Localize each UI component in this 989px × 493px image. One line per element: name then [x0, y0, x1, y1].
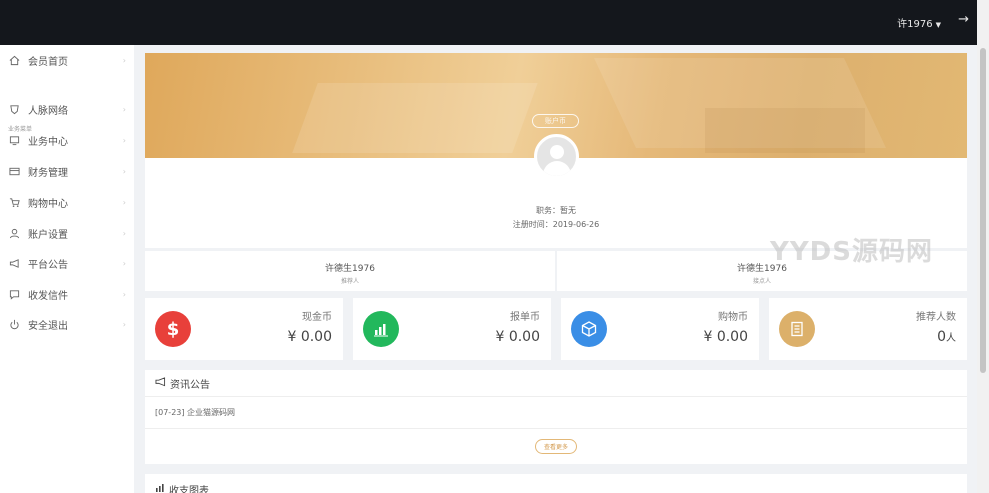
sidebar-item-label: 财务管理	[28, 167, 68, 179]
bar-chart-icon	[155, 483, 165, 493]
scrollbar[interactable]	[977, 0, 989, 493]
card-icon	[8, 165, 20, 177]
scrollbar-thumb[interactable]	[980, 48, 986, 373]
chart-panel-title: 收支图表	[169, 485, 209, 493]
stat-card-order-coin: 报单币 ¥ 0.00	[353, 298, 551, 360]
referrer-role: 推荐人	[340, 278, 359, 285]
sidebar-item-finance[interactable]: 财务管理 ›	[0, 160, 134, 182]
stat-label: 推荐人数	[916, 312, 956, 323]
sidebar-item-announcements[interactable]: 平台公告 ›	[0, 252, 134, 274]
megaphone-icon	[8, 257, 20, 269]
sidebar-item-label: 安全退出	[28, 320, 68, 332]
stat-card-referrals: 推荐人数 0人	[769, 298, 967, 360]
power-icon	[8, 318, 20, 330]
cart-icon	[8, 196, 20, 208]
sidebar-item-messages[interactable]: 收发信件 ›	[0, 283, 134, 305]
profile-card: 账户币 职务：暂无 注册时间：2019-06-26	[145, 53, 967, 248]
document-icon	[779, 311, 815, 347]
sidebar: 会员首页 › 业务菜单 人脉网络 › 业务中心 › 财务管理 › 购物中心 › …	[0, 45, 134, 493]
contact-person-role: 接点人	[752, 278, 771, 285]
stat-label: 现金币	[302, 312, 332, 323]
dollar-icon: $	[155, 311, 191, 347]
stat-card-cash: $ 现金币 ¥ 0.00	[145, 298, 343, 360]
position-text: 职务：暂无	[536, 206, 576, 215]
sidebar-item-label: 平台公告	[28, 259, 68, 271]
sidebar-item-label: 人脉网络	[28, 105, 68, 117]
chart-panel-header: 收支图表	[145, 474, 967, 493]
sidebar-item-account[interactable]: 账户设置 ›	[0, 222, 134, 244]
chevron-right-icon: ›	[122, 228, 126, 238]
stat-value: ¥ 0.00	[703, 329, 748, 345]
chevron-right-icon: ›	[122, 166, 126, 176]
sidebar-item-label: 账户设置	[28, 229, 68, 241]
sidebar-item-shopping[interactable]: 购物中心 ›	[0, 191, 134, 213]
sidebar-item-label: 会员首页	[28, 56, 68, 68]
message-icon	[8, 288, 20, 300]
top-navbar: 许1976 ▼ →	[0, 0, 977, 45]
bar-chart-icon	[363, 311, 399, 347]
home-icon	[8, 54, 20, 66]
avatar	[534, 134, 579, 179]
stat-label: 报单币	[510, 312, 540, 323]
sidebar-item-home[interactable]: 会员首页 ›	[0, 49, 134, 71]
chevron-right-icon: ›	[122, 319, 126, 329]
news-title: 资讯公告	[170, 379, 210, 391]
referrer-box: 许德生1976 推荐人	[145, 251, 555, 291]
sidebar-item-label: 购物中心	[28, 198, 68, 210]
caret-down-icon: ▼	[935, 21, 941, 29]
user-menu[interactable]: 许1976 ▼	[897, 15, 941, 30]
sidebar-item-business[interactable]: 业务中心 ›	[0, 129, 134, 151]
sidebar-item-label: 业务中心	[28, 136, 68, 148]
chevron-right-icon: ›	[122, 55, 126, 65]
sidebar-item-logout[interactable]: 安全退出 ›	[0, 313, 134, 335]
network-icon	[8, 103, 20, 115]
chevron-right-icon: ›	[122, 197, 126, 207]
stat-value: ¥ 0.00	[287, 329, 332, 345]
view-more-button[interactable]: 查看更多	[534, 438, 577, 454]
username: 许1976	[897, 19, 933, 30]
register-date-text: 注册时间：2019-06-26	[512, 220, 600, 229]
watermark: YYDS源码网	[770, 237, 933, 267]
referrer-name: 许德生1976	[325, 264, 375, 274]
stat-value: 0人	[937, 329, 956, 345]
stat-value: ¥ 0.00	[495, 329, 540, 345]
monitor-icon	[8, 134, 20, 146]
sidebar-item-label: 收发信件	[28, 290, 68, 302]
stat-card-shopping-coin: 购物币 ¥ 0.00	[561, 298, 759, 360]
megaphone-icon	[155, 376, 166, 390]
news-header: 资讯公告	[145, 370, 967, 397]
chevron-right-icon: ›	[122, 258, 126, 268]
account-tag: 账户币	[532, 114, 579, 128]
chevron-right-icon: ›	[122, 289, 126, 299]
news-item[interactable]: [07-23] 企业猫源码网	[145, 397, 967, 429]
box-icon	[571, 311, 607, 347]
sidebar-item-network[interactable]: 人脉网络 ›	[0, 98, 134, 120]
chevron-right-icon: ›	[122, 104, 126, 114]
user-icon	[8, 227, 20, 239]
news-panel: 资讯公告 [07-23] 企业猫源码网 查看更多	[145, 370, 967, 464]
arrow-right-icon[interactable]: →	[958, 12, 969, 27]
chevron-right-icon: ›	[122, 135, 126, 145]
stat-label: 购物币	[718, 312, 748, 323]
